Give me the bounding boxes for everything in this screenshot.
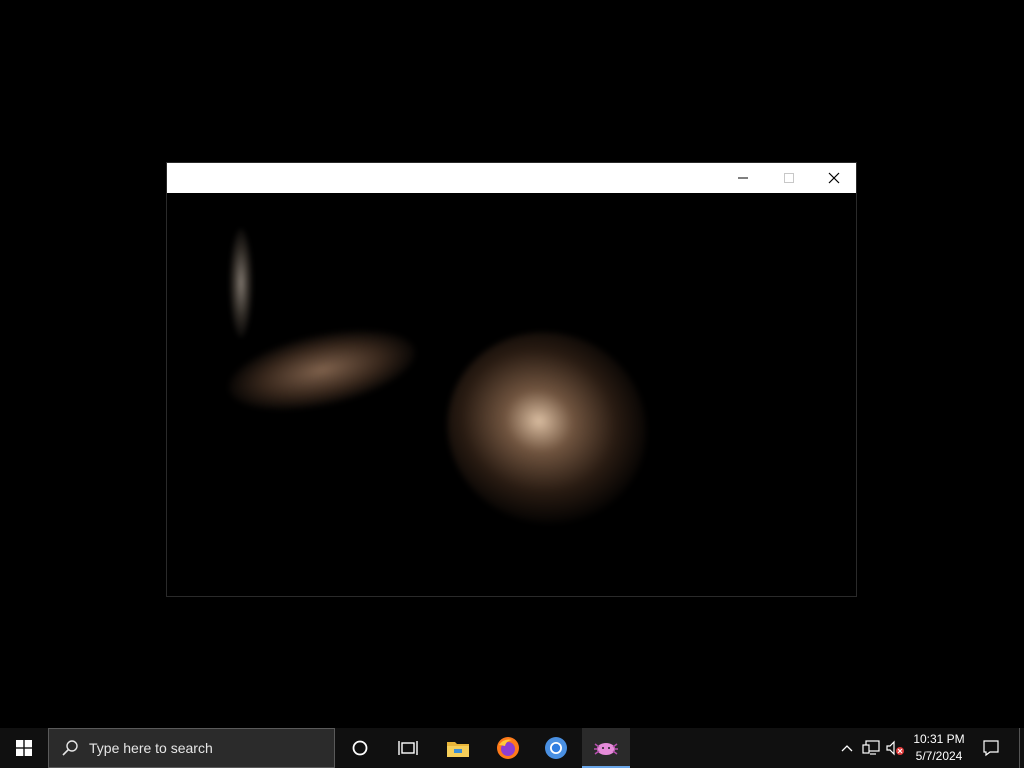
notification-icon bbox=[983, 740, 999, 757]
show-hidden-icons-button[interactable] bbox=[837, 728, 857, 768]
task-view-button[interactable] bbox=[384, 728, 432, 768]
clock-date: 5/7/2024 bbox=[915, 749, 963, 763]
search-icon bbox=[62, 740, 78, 756]
cortana-button[interactable] bbox=[336, 728, 384, 768]
maximize-button[interactable] bbox=[766, 163, 812, 193]
windows-logo-icon bbox=[16, 740, 32, 756]
file-explorer-button[interactable] bbox=[434, 728, 482, 768]
system-clock[interactable]: 10:31 PM 5/7/2024 bbox=[908, 728, 970, 768]
app-window[interactable] bbox=[166, 162, 857, 597]
scene-glow-right bbox=[420, 304, 674, 552]
scene-glow-vertical bbox=[229, 228, 253, 338]
chevron-up-icon bbox=[841, 745, 853, 752]
chrome-icon bbox=[545, 737, 567, 759]
start-button[interactable] bbox=[0, 728, 48, 768]
close-button[interactable] bbox=[811, 163, 857, 193]
taskbar-search-box[interactable]: Type here to search bbox=[48, 728, 335, 768]
axolotl-icon bbox=[594, 743, 618, 755]
minimize-button[interactable] bbox=[720, 163, 766, 193]
task-view-icon bbox=[398, 741, 418, 755]
circle-icon bbox=[352, 740, 368, 756]
render-canvas[interactable] bbox=[167, 193, 856, 596]
volume-button[interactable] bbox=[884, 728, 906, 768]
firefox-button[interactable] bbox=[484, 728, 532, 768]
close-icon bbox=[828, 172, 840, 184]
running-app-button[interactable] bbox=[582, 728, 630, 768]
show-desktop-button[interactable] bbox=[1019, 728, 1020, 768]
folder-icon bbox=[447, 742, 469, 757]
chrome-button[interactable] bbox=[532, 728, 580, 768]
window-titlebar[interactable] bbox=[167, 163, 856, 193]
scene-glow-left bbox=[221, 316, 423, 424]
action-center-button[interactable] bbox=[978, 728, 1004, 768]
network-button[interactable] bbox=[859, 728, 883, 768]
maximize-icon bbox=[784, 173, 794, 183]
minimize-icon bbox=[738, 177, 748, 179]
taskbar: Type here to search 10:31 PM 5/7/2024 bbox=[0, 728, 1024, 768]
network-icon bbox=[862, 740, 880, 755]
clock-time: 10:31 PM bbox=[913, 732, 965, 746]
search-placeholder: Type here to search bbox=[89, 740, 213, 756]
firefox-icon bbox=[497, 737, 519, 759]
volume-muted-icon bbox=[886, 740, 904, 756]
